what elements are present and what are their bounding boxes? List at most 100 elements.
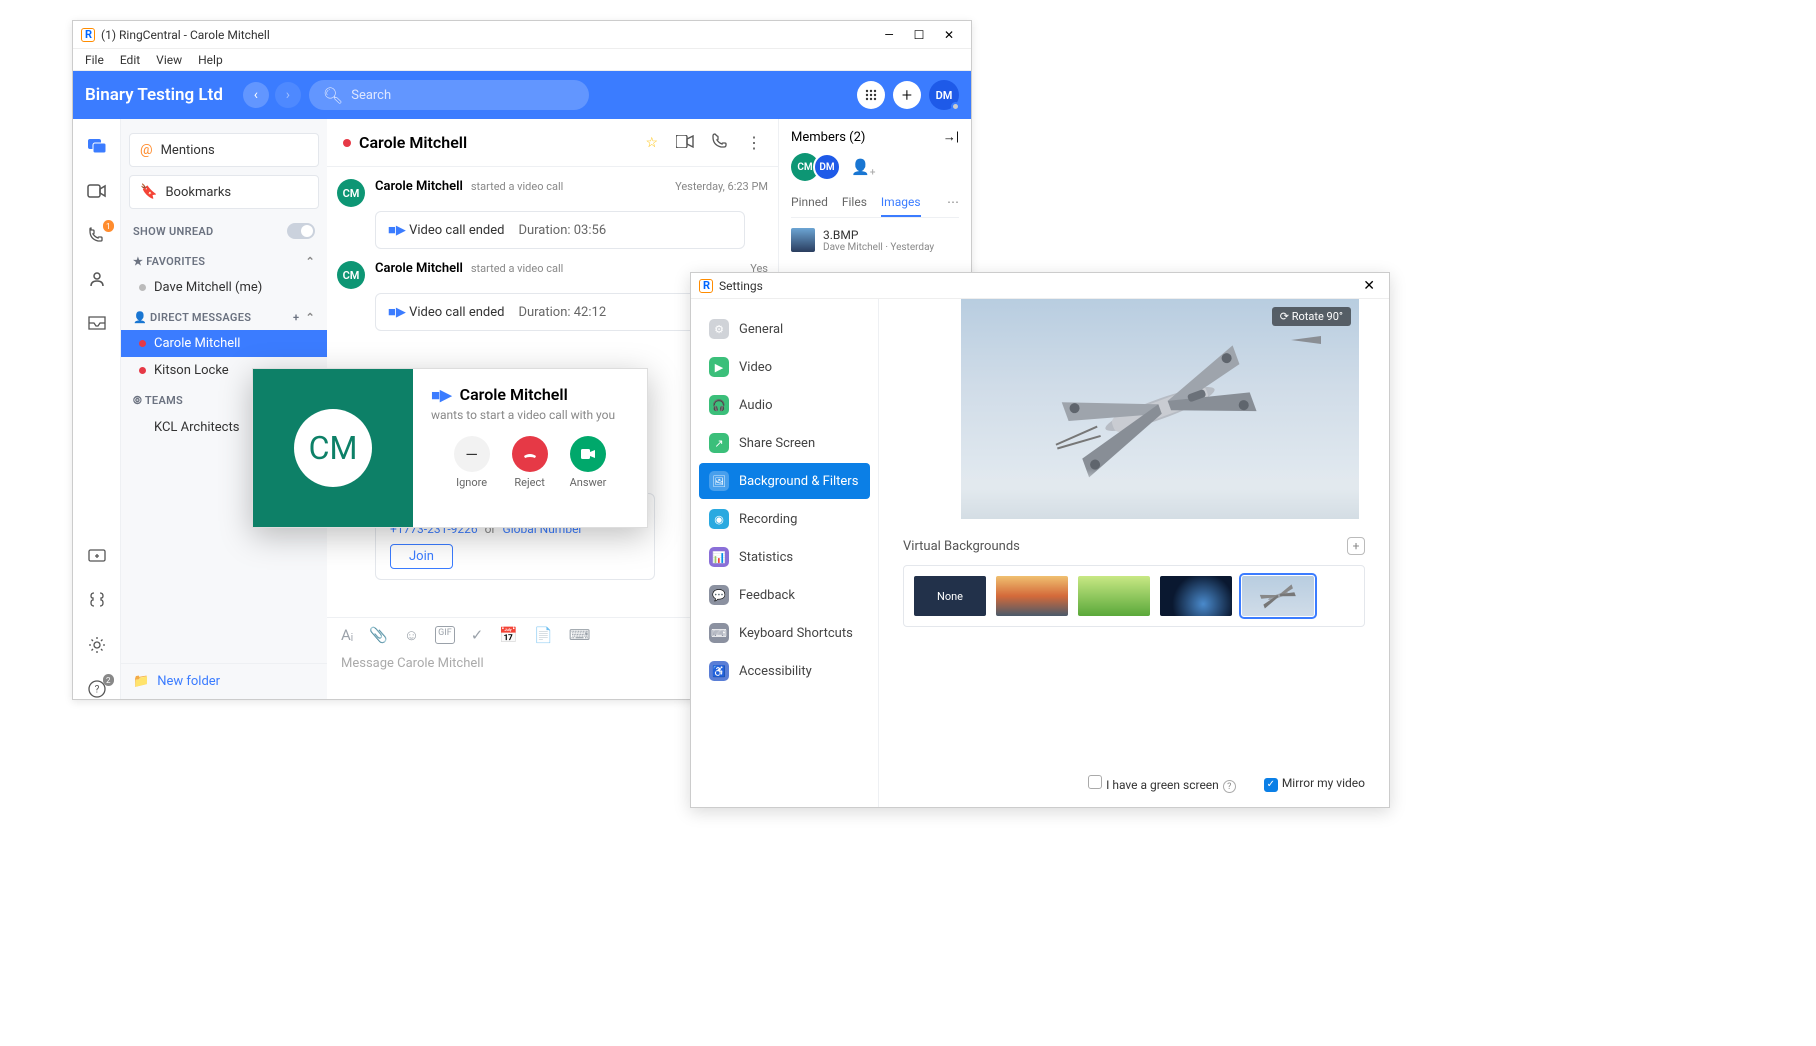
vb-xwing[interactable]	[1242, 576, 1314, 616]
calendar-icon[interactable]: 📅	[499, 626, 518, 644]
avatar-cm: CM	[337, 179, 365, 207]
gif-icon[interactable]: GIF	[435, 626, 455, 644]
add-member-button[interactable]: 👤₊	[851, 158, 876, 176]
add-icon[interactable]: +	[293, 311, 299, 324]
audio-call-button[interactable]	[712, 133, 728, 153]
mirror-checkbox[interactable]: ✓Mirror my video	[1264, 776, 1365, 792]
add-button[interactable]: +	[893, 81, 921, 109]
dialpad-button[interactable]	[857, 81, 885, 109]
rail-presentation-icon[interactable]	[87, 547, 107, 567]
avatar-dm[interactable]: DM	[813, 153, 841, 181]
rail-help-icon[interactable]: ? 2	[87, 679, 107, 699]
settings-nav-keyboard[interactable]: ⌨Keyboard Shortcuts	[699, 615, 870, 651]
add-background-button[interactable]: +	[1347, 537, 1365, 555]
settings-close-button[interactable]: ✕	[1357, 278, 1381, 294]
settings-window: R Settings ✕ ⚙General ▶Video 🎧Audio ↗Sha…	[690, 272, 1390, 808]
app-icon: R	[699, 279, 713, 293]
vb-grid: None	[903, 565, 1365, 627]
sidebar-item-carole[interactable]: Carole Mitchell	[121, 330, 327, 357]
titlebar: R (1) RingCentral - Carole Mitchell — ☐ …	[73, 21, 971, 49]
vb-grass[interactable]	[1078, 576, 1150, 616]
settings-nav-accessibility[interactable]: ♿Accessibility	[699, 653, 870, 689]
green-screen-checkbox[interactable]: I have a green screen?	[1088, 775, 1236, 794]
sidebar-mentions[interactable]: @Mentions	[129, 133, 319, 167]
nav-forward-button[interactable]: ›	[275, 82, 301, 108]
rotate-button[interactable]: ⟳ Rotate 90°	[1272, 307, 1351, 326]
ignore-button[interactable]: —Ignore	[454, 436, 490, 489]
org-name: Binary Testing Ltd	[85, 85, 223, 105]
rail-inbox-icon[interactable]	[87, 313, 107, 333]
app-icon: R	[81, 28, 95, 42]
menu-view[interactable]: View	[148, 51, 190, 68]
settings-nav-feedback[interactable]: 💬Feedback	[699, 577, 870, 613]
tab-files[interactable]: Files	[842, 195, 867, 217]
settings-nav-general[interactable]: ⚙General	[699, 311, 870, 347]
format-icon[interactable]: Aᵢ	[341, 626, 353, 644]
rail-messages-icon[interactable]	[87, 137, 107, 157]
unread-toggle[interactable]	[287, 223, 315, 239]
settings-nav-statistics[interactable]: 📊Statistics	[699, 539, 870, 575]
menu-file[interactable]: File	[77, 51, 112, 68]
dm-section[interactable]: 👤 DIRECT MESSAGES + ⌃	[121, 301, 327, 330]
topbar: Binary Testing Ltd ‹ › 🔍︎ + DM	[73, 71, 971, 119]
show-unread-row: SHOW UNREAD	[121, 213, 327, 245]
emoji-icon[interactable]: ☺	[404, 626, 419, 644]
attach-icon[interactable]: 📎	[369, 626, 388, 644]
join-button[interactable]: Join	[390, 544, 453, 569]
vb-label: Virtual Backgrounds	[903, 539, 1020, 554]
settings-nav-video[interactable]: ▶Video	[699, 349, 870, 385]
vb-earth[interactable]	[1160, 576, 1232, 616]
rail-apps-icon[interactable]	[87, 591, 107, 611]
code-icon[interactable]: ⌨	[569, 626, 591, 644]
menubar: File Edit View Help	[73, 49, 971, 71]
vb-bridge[interactable]	[996, 576, 1068, 616]
answer-button[interactable]: Answer	[570, 436, 607, 489]
settings-nav: ⚙General ▶Video 🎧Audio ↗Share Screen 🖼Ba…	[691, 299, 879, 807]
video-call-button[interactable]	[676, 133, 694, 152]
settings-title: Settings	[719, 279, 1357, 293]
collapse-icon[interactable]: →|	[943, 129, 959, 145]
sidebar-bookmarks[interactable]: 🔖Bookmarks	[129, 175, 319, 209]
settings-nav-audio[interactable]: 🎧Audio	[699, 387, 870, 423]
menu-help[interactable]: Help	[190, 51, 231, 68]
menu-edit[interactable]: Edit	[112, 51, 148, 68]
image-item[interactable]: 3.BMP Dave Mitchell · Yesterday	[791, 228, 959, 253]
bookmark-icon: 🔖	[140, 184, 157, 200]
search-input[interactable]	[351, 88, 575, 103]
help-icon[interactable]: ?	[1223, 780, 1236, 793]
video-icon: ■▶	[388, 305, 406, 320]
star-icon[interactable]: ☆	[645, 135, 658, 151]
favorites-section[interactable]: ★ FAVORITES ⌃	[121, 245, 327, 274]
members-label: Members (2)	[791, 130, 865, 145]
tab-images[interactable]: Images	[881, 195, 921, 217]
close-button[interactable]: ✕	[935, 25, 963, 45]
vb-none[interactable]: None	[914, 576, 986, 616]
rail-contacts-icon[interactable]	[87, 269, 107, 289]
rail-video-icon[interactable]	[87, 181, 107, 201]
help-badge: 2	[103, 674, 114, 686]
folder-icon: 📁	[133, 674, 149, 689]
task-icon[interactable]: ✓	[471, 626, 484, 644]
tab-pinned[interactable]: Pinned	[791, 195, 828, 217]
user-avatar[interactable]: DM	[929, 80, 959, 110]
search-bar[interactable]: 🔍︎	[309, 80, 589, 110]
maximize-button[interactable]: ☐	[905, 25, 933, 45]
at-icon: @	[140, 142, 153, 158]
nav-rail: 1 ? 2	[73, 119, 121, 699]
reject-button[interactable]: Reject	[512, 436, 548, 489]
minimize-button[interactable]: —	[875, 25, 903, 45]
note-icon[interactable]: 📄	[534, 626, 553, 644]
rail-phone-icon[interactable]: 1	[87, 225, 107, 245]
more-button[interactable]: ⋮	[746, 133, 762, 152]
settings-nav-share[interactable]: ↗Share Screen	[699, 425, 870, 461]
image-thumb	[791, 228, 815, 252]
nav-back-button[interactable]: ‹	[243, 82, 269, 108]
tabs-more[interactable]: ⋯	[947, 195, 959, 217]
new-folder-button[interactable]: 📁New folder	[121, 663, 327, 699]
sidebar-item-dave[interactable]: Dave Mitchell (me)	[121, 274, 327, 301]
settings-nav-recording[interactable]: ◉Recording	[699, 501, 870, 537]
distant-ship-icon	[1291, 333, 1321, 347]
video-icon: ■▶	[388, 223, 406, 238]
settings-nav-background[interactable]: 🖼Background & Filters	[699, 463, 870, 499]
rail-settings-icon[interactable]	[87, 635, 107, 655]
